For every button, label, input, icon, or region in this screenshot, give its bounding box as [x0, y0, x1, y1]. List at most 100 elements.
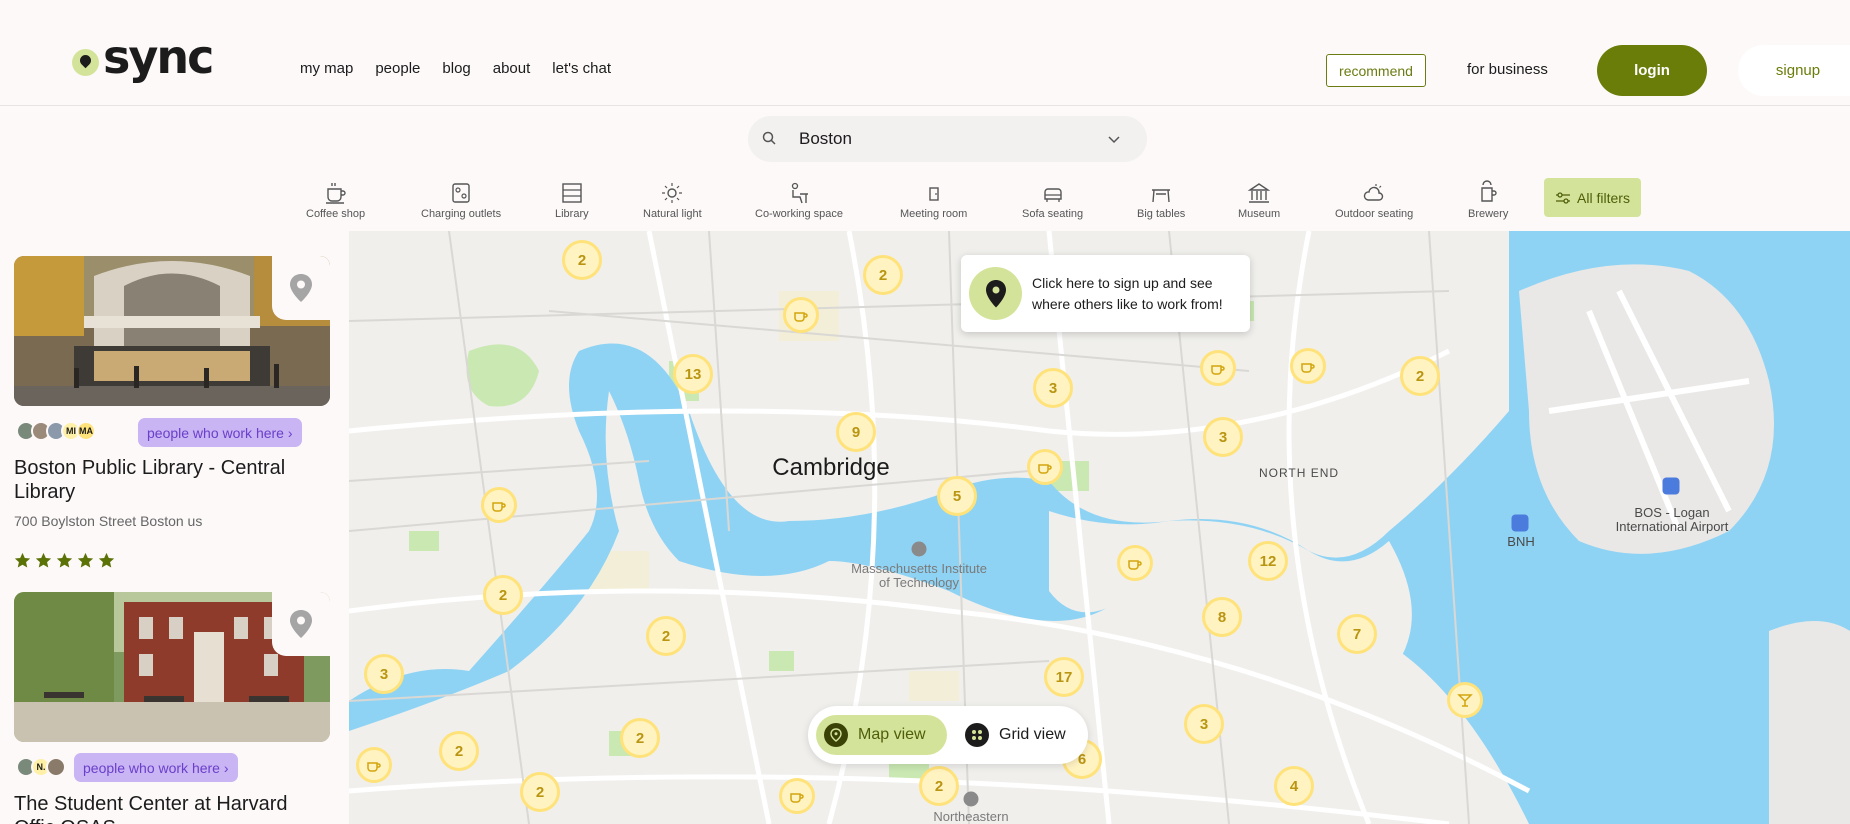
filter-library[interactable]: Library: [555, 180, 589, 220]
map-pin-icon: [824, 723, 848, 747]
plug-icon: [452, 183, 470, 203]
map-label-mit: Massachusetts Institute of Technology: [851, 561, 987, 590]
signup-button[interactable]: signup: [1738, 45, 1850, 96]
coffee-marker[interactable]: [1290, 348, 1326, 384]
search-input[interactable]: Boston: [799, 129, 852, 149]
cluster-marker[interactable]: 17: [1044, 657, 1084, 697]
filter-natural-light[interactable]: Natural light: [643, 180, 702, 220]
signup-tooltip[interactable]: Click here to sign up and see where othe…: [961, 255, 1250, 332]
coffee-cup-icon: [325, 183, 346, 204]
logo[interactable]: sync: [72, 30, 214, 84]
map-pin-icon: [969, 267, 1022, 320]
filter-museum[interactable]: Museum: [1238, 180, 1280, 220]
place-name[interactable]: The Student Center at Harvard Offic OSAS: [14, 792, 314, 824]
filter-brewery[interactable]: Brewery: [1468, 180, 1508, 220]
place-address: 700 Boylston Street Boston us: [14, 513, 203, 529]
cluster-marker[interactable]: 2: [1400, 356, 1440, 396]
coffee-marker[interactable]: [779, 778, 815, 814]
brewery-marker[interactable]: [1447, 682, 1483, 718]
star-icon: [35, 552, 52, 568]
nav-about[interactable]: about: [493, 60, 531, 77]
nav-blog[interactable]: blog: [442, 60, 470, 77]
sun-icon: [662, 183, 683, 203]
cluster-marker[interactable]: 2: [919, 766, 959, 806]
city-search[interactable]: Boston: [748, 116, 1147, 162]
grid-view-button[interactable]: Grid view: [957, 715, 1077, 755]
cluster-marker[interactable]: 2: [863, 255, 903, 295]
map-view-label: Map view: [858, 726, 926, 743]
coffee-cup-icon: [1128, 560, 1142, 570]
coffee-cup-icon: [1301, 363, 1315, 373]
cluster-marker[interactable]: 5: [937, 476, 977, 516]
filter-big-tables[interactable]: Big tables: [1137, 180, 1185, 220]
coffee-marker[interactable]: [356, 747, 392, 783]
for-business-link[interactable]: for business: [1467, 61, 1548, 78]
header: sync my map people blog about let's chat…: [0, 0, 1850, 106]
map-pin-button[interactable]: [272, 256, 330, 320]
map-label-airport: BOS - Logan International Airport: [1615, 505, 1729, 534]
people-who-work-here-button[interactable]: people who work here ›: [138, 418, 302, 447]
coffee-marker[interactable]: [1200, 350, 1236, 386]
cluster-marker[interactable]: 3: [1033, 368, 1073, 408]
cluster-marker[interactable]: 13: [673, 354, 713, 394]
desk-chair-icon: [791, 182, 809, 204]
chevron-down-icon[interactable]: [1107, 132, 1121, 146]
cluster-marker[interactable]: 2: [562, 240, 602, 280]
cluster-marker[interactable]: 2: [646, 616, 686, 656]
cocktail-icon: [1457, 694, 1473, 707]
sliders-icon: [1556, 191, 1571, 204]
cluster-marker[interactable]: 4: [1274, 766, 1314, 806]
place-name[interactable]: Boston Public Library - Central Library: [14, 456, 314, 504]
coffee-marker[interactable]: [783, 297, 819, 333]
login-button[interactable]: login: [1597, 45, 1707, 96]
coffee-cup-icon: [1211, 365, 1225, 375]
nav-people[interactable]: people: [375, 60, 420, 77]
coffee-cup-icon: [790, 793, 804, 803]
cluster-marker[interactable]: 2: [439, 731, 479, 771]
avatar-stack: MI MA: [16, 421, 96, 441]
star-icon: [98, 552, 115, 568]
map-pin-button[interactable]: [272, 592, 330, 656]
filter-label: Museum: [1238, 208, 1281, 220]
filter-meeting-room[interactable]: Meeting room: [900, 180, 967, 220]
cluster-marker[interactable]: 9: [836, 412, 876, 452]
cluster-marker[interactable]: 2: [620, 718, 660, 758]
filter-charging-outlets[interactable]: Charging outlets: [421, 180, 501, 220]
cluster-marker[interactable]: 12: [1248, 541, 1288, 581]
all-filters-button[interactable]: All filters: [1544, 178, 1641, 217]
coffee-marker[interactable]: [481, 487, 517, 523]
cluster-marker[interactable]: 7: [1337, 614, 1377, 654]
coffee-marker[interactable]: [1027, 449, 1063, 485]
cluster-marker[interactable]: 8: [1202, 597, 1242, 637]
cluster-marker[interactable]: 3: [1203, 417, 1243, 457]
nav-lets-chat[interactable]: let's chat: [552, 60, 611, 77]
nav-my-map[interactable]: my map: [300, 60, 353, 77]
filter-label: Outdoor seating: [1335, 208, 1414, 220]
coffee-cup-icon: [794, 312, 808, 322]
map-view-button[interactable]: Map view: [816, 715, 947, 755]
logo-text: sync: [103, 30, 214, 84]
university-icon: [963, 791, 979, 807]
cloud-sun-icon: [1363, 184, 1384, 201]
people-who-work-here-button[interactable]: people who work here ›: [74, 753, 238, 782]
avatar-stack: N.: [16, 757, 66, 777]
cluster-marker[interactable]: 3: [364, 654, 404, 694]
filter-coffee-shop[interactable]: Coffee shop: [306, 180, 365, 220]
filter-label: Library: [555, 208, 589, 220]
place-card[interactable]: N. people who work here › The Student Ce…: [14, 592, 330, 824]
place-card[interactable]: MI MA people who work here › Boston Publ…: [14, 256, 330, 576]
filter-coworking-space[interactable]: Co-working space: [755, 180, 843, 220]
cluster-marker[interactable]: 2: [483, 575, 523, 615]
filter-outdoor-seating[interactable]: Outdoor seating: [1335, 180, 1413, 220]
coffee-marker[interactable]: [1117, 545, 1153, 581]
map[interactable]: 2 2 13 3 9 5 3 2 12 8 7 17 2 2 3 2 2 3 6…: [349, 231, 1850, 824]
search-icon: [762, 131, 776, 145]
filter-sofa-seating[interactable]: Sofa seating: [1022, 180, 1083, 220]
recommend-button[interactable]: recommend: [1326, 54, 1426, 87]
cluster-marker[interactable]: 3: [1184, 704, 1224, 744]
filter-label: Brewery: [1468, 208, 1509, 220]
museum-icon: [1247, 183, 1271, 203]
cluster-marker[interactable]: 2: [520, 772, 560, 812]
filter-label: Charging outlets: [421, 208, 502, 220]
places-list[interactable]: MI MA people who work here › Boston Publ…: [0, 231, 349, 824]
